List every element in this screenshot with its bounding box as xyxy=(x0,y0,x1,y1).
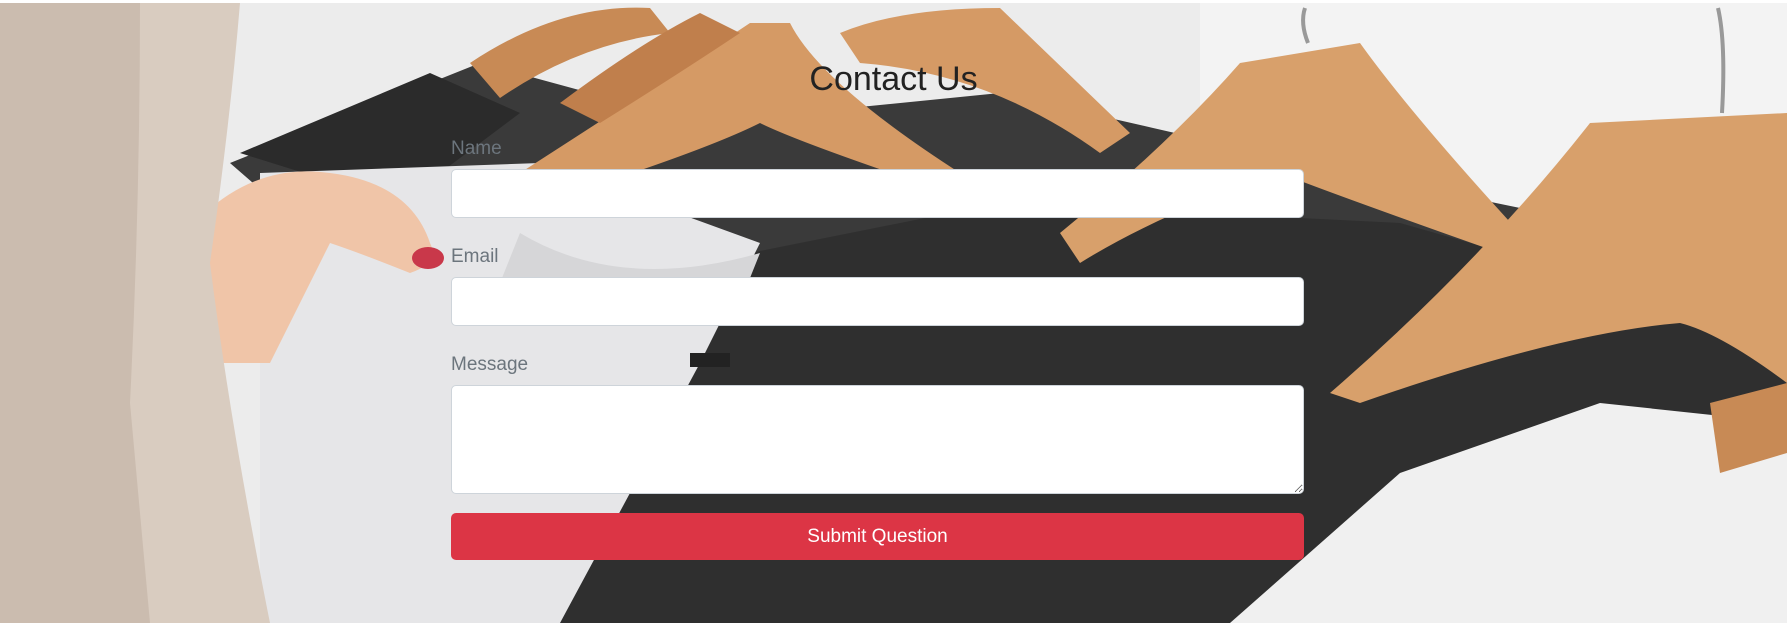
message-textarea[interactable] xyxy=(451,385,1304,494)
email-group: Email xyxy=(451,245,1304,326)
message-label: Message xyxy=(451,354,529,375)
email-label: Email xyxy=(451,246,499,267)
name-label: Name xyxy=(451,138,502,159)
page-title: Contact Us xyxy=(809,60,978,98)
submit-question-button[interactable]: Submit Question xyxy=(451,513,1304,560)
name-group: Name xyxy=(451,137,1304,218)
message-group: Message xyxy=(451,353,1304,494)
contact-page: Contact Us Name Email Message Submit Que… xyxy=(0,0,1787,623)
email-input[interactable] xyxy=(451,277,1304,326)
contact-form: Name Email Message Submit Question xyxy=(451,137,1304,560)
name-input[interactable] xyxy=(451,169,1304,218)
